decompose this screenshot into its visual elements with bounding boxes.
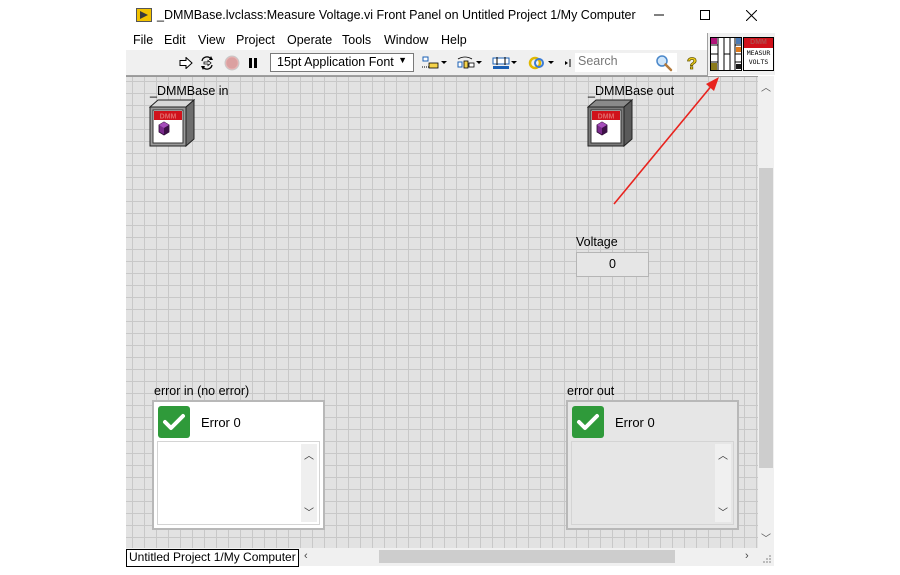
distribute-objects-icon [457, 56, 482, 69]
status-bar: Untitled Project 1/My Computer ‹ › [126, 548, 774, 567]
align-objects-button[interactable] [421, 54, 449, 72]
connector-pane-icon[interactable] [710, 37, 742, 71]
distribute-objects-button[interactable] [456, 54, 484, 72]
minimize-icon [654, 14, 664, 16]
error-out-label: error out [567, 384, 615, 398]
dmmbase-in-label: _DMMBase in [150, 84, 229, 98]
menu-help[interactable]: Help [441, 33, 467, 47]
chevron-up-icon[interactable]: ︿ [301, 447, 317, 462]
chevron-up-icon[interactable]: ︿ [715, 447, 731, 462]
chevron-down-icon: ▼ [398, 55, 407, 65]
voltage-label: Voltage [576, 235, 618, 249]
dmmbase-out-indicator[interactable]: DMM [586, 98, 634, 148]
vi-icon-line2: VOLTS [748, 58, 769, 66]
vi-icon-pane: DMM MEASUR VOLTS [707, 33, 775, 75]
chevron-down-icon[interactable]: ﹀ [715, 504, 731, 519]
dmmbase-out-label: _DMMBase out [588, 84, 675, 98]
close-icon [745, 9, 757, 21]
pause-button[interactable] [246, 54, 260, 72]
svg-text:DMM: DMM [598, 114, 615, 121]
svg-text:DMM: DMM [160, 114, 177, 121]
toolbar: 15pt Application Font ▼ Search ? [126, 50, 708, 76]
application-instance-label[interactable]: Untitled Project 1/My Computer [126, 549, 299, 567]
vi-icon[interactable]: DMM MEASUR VOLTS [743, 37, 774, 71]
vi-icon-header: DMM [744, 38, 773, 48]
menu-bar: File Edit View Project Operate Tools Win… [126, 30, 708, 50]
vertical-scroll-thumb[interactable] [759, 168, 773, 468]
error-out-cluster: Error 0 ︿ ﹀ [566, 400, 739, 530]
context-help-button[interactable]: ? [684, 54, 700, 72]
maximize-button[interactable] [682, 0, 728, 30]
dmmbase-in-control[interactable]: DMM [148, 98, 196, 148]
error-source-textbox: ︿ ﹀ [571, 441, 734, 525]
status-ok-indicator [572, 406, 604, 438]
error-source-scrollbar[interactable]: ︿ ﹀ [715, 444, 731, 522]
search-button[interactable] [654, 54, 674, 72]
reorder-button[interactable] [528, 54, 556, 72]
error-in-cluster[interactable]: Error 0 ︿ ﹀ [152, 400, 325, 530]
status-ok-indicator[interactable] [158, 406, 190, 438]
error-source-scrollbar[interactable]: ︿ ﹀ [301, 444, 317, 522]
maximize-icon [700, 10, 710, 20]
labview-window: _DMMBase.lvclass:Measure Voltage.vi Fron… [126, 0, 775, 575]
checkmark-icon [163, 414, 185, 430]
align-objects-icon [422, 56, 447, 69]
front-panel-canvas[interactable]: _DMMBase in DMM _DMMBase out DMM Voltage… [126, 76, 758, 549]
vertical-scrollbar[interactable]: ︿ ﹀ [758, 76, 774, 548]
minimize-button[interactable] [636, 0, 682, 30]
close-button[interactable] [728, 0, 774, 30]
error-code-text: Error 0 [201, 415, 241, 430]
menu-project[interactable]: Project [236, 33, 275, 47]
scroll-left-icon[interactable]: ‹ [304, 550, 308, 562]
checkmark-icon [577, 414, 599, 430]
scroll-down-icon[interactable]: ﹀ [758, 530, 774, 545]
run-arrow-icon [179, 57, 193, 69]
overflow-arrow-icon [565, 59, 571, 67]
title-bar: _DMMBase.lvclass:Measure Voltage.vi Fron… [126, 0, 774, 30]
menu-file[interactable]: File [133, 33, 153, 47]
abort-button[interactable] [223, 54, 241, 72]
error-source-textbox[interactable]: ︿ ﹀ [157, 441, 320, 525]
vi-icon-line1: MEASUR [746, 49, 771, 57]
resize-objects-icon [492, 57, 517, 69]
pause-icon [249, 58, 257, 68]
error-code-text: Error 0 [615, 415, 655, 430]
svg-text:?: ? [687, 54, 697, 72]
menu-tools[interactable]: Tools [342, 33, 371, 47]
chevron-down-icon[interactable]: ﹀ [301, 504, 317, 519]
abort-execution-icon [224, 55, 240, 71]
menu-edit[interactable]: Edit [164, 33, 186, 47]
error-in-label: error in (no error) [154, 384, 250, 398]
reorder-icon [528, 56, 554, 70]
search-placeholder: Search [578, 54, 618, 68]
voltage-indicator: 0 [576, 252, 649, 277]
window-title: _DMMBase.lvclass:Measure Voltage.vi Fron… [157, 8, 636, 22]
resize-grip-icon[interactable] [762, 554, 772, 564]
font-select[interactable]: 15pt Application Font ▼ [270, 53, 414, 72]
magnifier-icon [656, 55, 673, 72]
scroll-up-icon[interactable]: ︿ [758, 79, 774, 94]
toolbar-overflow-button[interactable] [564, 54, 572, 72]
run-continuously-icon [201, 56, 213, 70]
context-help-icon: ? [686, 54, 697, 72]
resize-objects-button[interactable] [491, 54, 519, 72]
menu-operate[interactable]: Operate [287, 33, 332, 47]
scroll-right-icon[interactable]: › [745, 550, 749, 562]
run-button[interactable] [178, 54, 194, 72]
horizontal-scroll-thumb[interactable] [379, 550, 675, 563]
lvclass-dmm-icon: DMM [148, 98, 196, 148]
menu-view[interactable]: View [198, 33, 225, 47]
font-select-value: 15pt Application Font [277, 55, 394, 69]
lvclass-dmm-icon: DMM [586, 98, 634, 148]
menu-window[interactable]: Window [384, 33, 428, 47]
run-continuously-button[interactable] [198, 54, 216, 72]
labview-front-panel-icon [136, 8, 152, 22]
